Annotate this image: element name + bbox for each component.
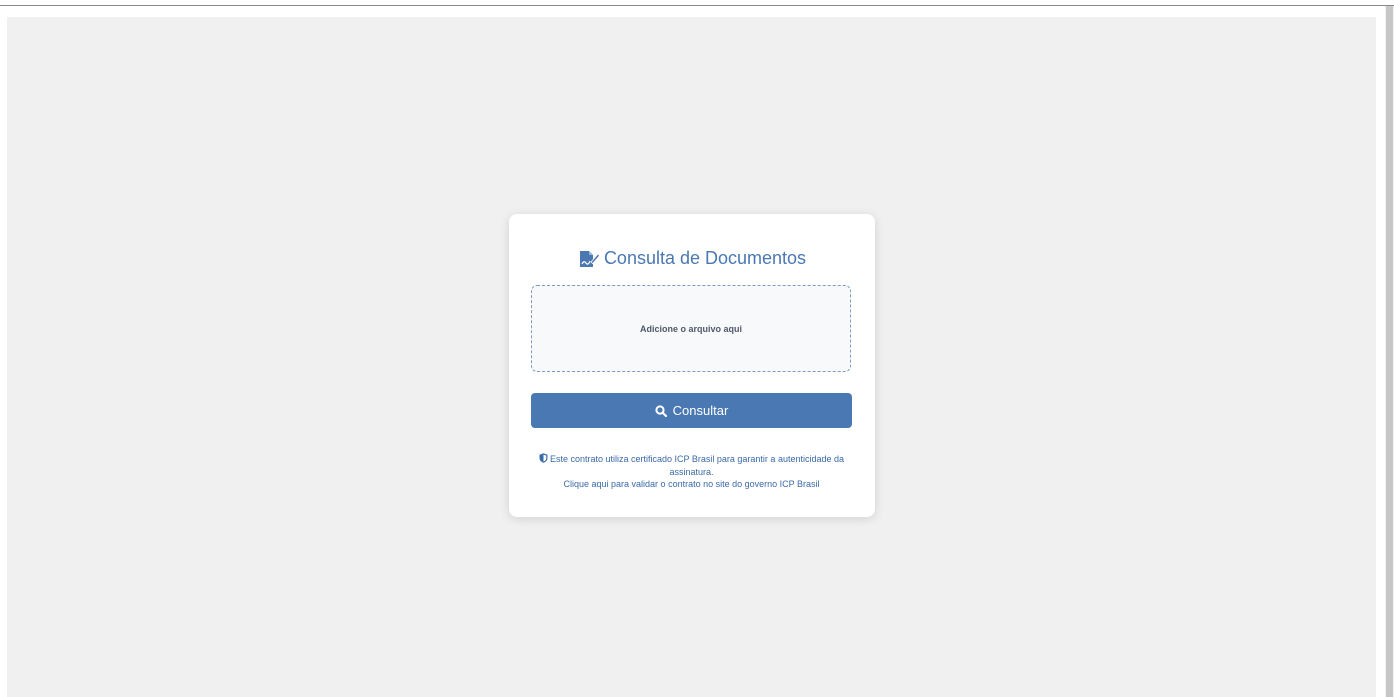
icp-notice: Este contrato utiliza certificado ICP Br…	[531, 453, 852, 491]
card-title: Consulta de Documentos	[509, 248, 875, 269]
dropzone-label: Adicione o arquivo aqui	[639, 323, 742, 334]
file-dropzone[interactable]: Adicione o arquivo aqui	[531, 285, 851, 372]
validate-icp-link[interactable]: Clique aqui para validar o contrato no s…	[531, 478, 852, 491]
card-title-text: Consulta de Documentos	[603, 248, 807, 268]
notice-text: Este contrato utiliza certificado ICP Br…	[550, 454, 844, 477]
search-icon	[655, 404, 667, 417]
scrollbar-thumb[interactable]	[1386, 6, 1393, 697]
file-signature-icon	[578, 250, 601, 268]
window-top-border	[0, 5, 1394, 6]
shield-icon	[539, 453, 548, 463]
document-lookup-card: Consulta de Documentos Adicione o arquiv…	[509, 214, 875, 517]
vertical-scrollbar[interactable]	[1385, 6, 1394, 697]
consultar-button[interactable]: Consultar	[531, 393, 852, 428]
consultar-button-label: Consultar	[672, 403, 729, 418]
